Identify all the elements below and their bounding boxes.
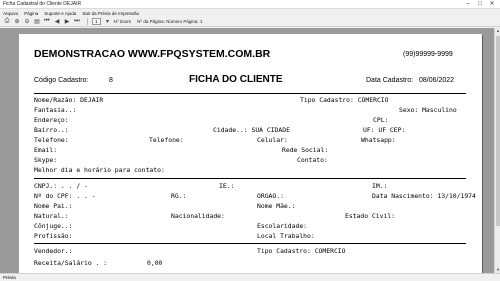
- field-cpl: CPL:: [373, 116, 389, 124]
- field-tipo-cadastro: Tipo Cadastro: COMERCIO: [300, 96, 389, 104]
- maximize-icon[interactable]: □: [474, 0, 486, 9]
- menu-pagina[interactable]: Página: [24, 11, 38, 16]
- toolbar: ⎙ ⊕ ⊖ ▤ ⏮ ◀ ▶ ⏭ 1 ▾ Nº Zoom Nº da Página…: [0, 17, 500, 27]
- company-name: DEMONSTRACAO WWW.FPQSYSTEM.COM.BR: [34, 48, 271, 60]
- menu-bar: Arquivo Página Suporte e Ajuda Sair da P…: [0, 9, 500, 17]
- zoom-label: Nº Zoom: [113, 19, 132, 24]
- field-bairro: Bairro..:: [34, 126, 69, 134]
- field-estado-civil: Estado Civil:: [345, 212, 396, 220]
- field-uf-cep: UF: UF CEP:: [363, 126, 406, 134]
- field-celular: Celular:: [257, 136, 288, 144]
- field-cpf: Nº do CPF: . . -: [34, 192, 96, 200]
- divider: [34, 178, 466, 179]
- field-receita-valor: 0,00: [147, 259, 163, 267]
- field-data-nascimento: Data Nascimento: 13/10/1974: [372, 192, 476, 200]
- zoom-out-icon[interactable]: ⊖: [23, 18, 31, 26]
- field-local-trabalho: Local Trabalho:: [257, 232, 315, 240]
- field-natural: Natural.:: [34, 212, 69, 220]
- field-sexo: Sexo: Masculino: [399, 106, 457, 114]
- report-page: DEMONSTRACAO WWW.FPQSYSTEM.COM.BR (99)99…: [19, 34, 482, 273]
- field-vendedor: Vendedor.:: [34, 247, 73, 255]
- field-conjuge: Cônjuge..:: [34, 222, 73, 230]
- next-page-icon[interactable]: ▶: [63, 18, 71, 26]
- minimize-icon[interactable]: –: [462, 0, 474, 9]
- status-bar: Prévia: [0, 273, 500, 281]
- divider: [34, 243, 466, 244]
- date-label: Data Cadastro:: [366, 77, 414, 84]
- field-tipo-cadastro-2: Tipo Cadastro: COMERCIO: [257, 247, 346, 255]
- field-escolaridade: Escolaridade:: [257, 222, 308, 230]
- field-melhor-horario: Melhor dia e horário para contato:: [34, 166, 165, 174]
- code-value: 8: [109, 77, 113, 84]
- field-cnpj: CNPJ.: . . / -: [34, 182, 88, 190]
- company-phone: (99)99999-9999: [403, 51, 453, 58]
- status-text: Prévia: [3, 275, 16, 280]
- field-profissao: Profissão:: [34, 232, 73, 240]
- vertical-scrollbar[interactable]: ▲ ▼: [494, 28, 500, 273]
- field-ie: IE.:: [219, 182, 235, 190]
- page-select[interactable]: 1: [92, 18, 101, 25]
- field-telefone-2: Telefone:: [149, 136, 184, 144]
- field-cidade: Cidade..: SUA CIDADE: [213, 126, 290, 134]
- field-telefone-1: Telefone:: [34, 136, 69, 144]
- field-email: Email:: [34, 146, 58, 154]
- menu-arquivo[interactable]: Arquivo: [3, 11, 18, 16]
- field-contato: Contato:: [297, 156, 328, 164]
- field-skype: Skype:: [34, 156, 58, 164]
- print-icon[interactable]: ⎙: [3, 18, 11, 26]
- field-whatsapp: Whatsapp:: [361, 136, 396, 144]
- field-receita: Receita/Salário . :: [34, 259, 108, 267]
- window-title: Ficha Cadastral do Cliente DEJAIR: [3, 1, 82, 7]
- field-endereco: Endereço:: [34, 116, 69, 124]
- field-rg: RG.:: [171, 192, 187, 200]
- field-nome: Nome/Razão: DEJAIR: [34, 96, 104, 104]
- field-im: IM.:: [372, 182, 388, 190]
- field-rede-social: Rede Social:: [282, 146, 329, 154]
- close-icon[interactable]: ✕: [486, 0, 498, 9]
- print-preview-area[interactable]: DEMONSTRACAO WWW.FPQSYSTEM.COM.BR (99)99…: [0, 28, 494, 273]
- menu-suporte[interactable]: Suporte e Ajuda: [44, 11, 76, 16]
- page-info: Nº da Página: Número Página: 1: [137, 19, 203, 24]
- last-page-icon[interactable]: ⏭: [73, 18, 81, 26]
- divider: [34, 93, 466, 94]
- page-setup-icon[interactable]: ▤: [33, 18, 41, 26]
- scroll-up-icon[interactable]: ▲: [495, 28, 500, 34]
- field-nome-pai: Nome Pai.:: [34, 202, 73, 210]
- menu-sair[interactable]: Sair da Prévia de Impressão: [82, 11, 139, 16]
- field-nome-mae: Nome Mãe.:: [257, 202, 296, 210]
- report-title: FICHA DO CLIENTE: [189, 74, 283, 85]
- prev-page-icon[interactable]: ◀: [53, 18, 61, 26]
- code-label: Código Cadastro:: [34, 77, 89, 84]
- date-value: 08/06/2022: [419, 77, 455, 84]
- title-bar: Ficha Cadastral do Cliente DEJAIR – □ ✕: [0, 0, 500, 9]
- first-page-icon[interactable]: ⏮: [43, 18, 51, 26]
- zoom-in-icon[interactable]: ⊕: [13, 18, 21, 26]
- field-fantasia: Fantasia..:: [34, 106, 77, 114]
- chevron-down-icon[interactable]: ▾: [104, 18, 112, 26]
- scroll-thumb[interactable]: [496, 36, 500, 226]
- field-nacionalidade: Nacionalidade:: [171, 212, 225, 220]
- field-orgao: ORGAO.:: [257, 192, 284, 200]
